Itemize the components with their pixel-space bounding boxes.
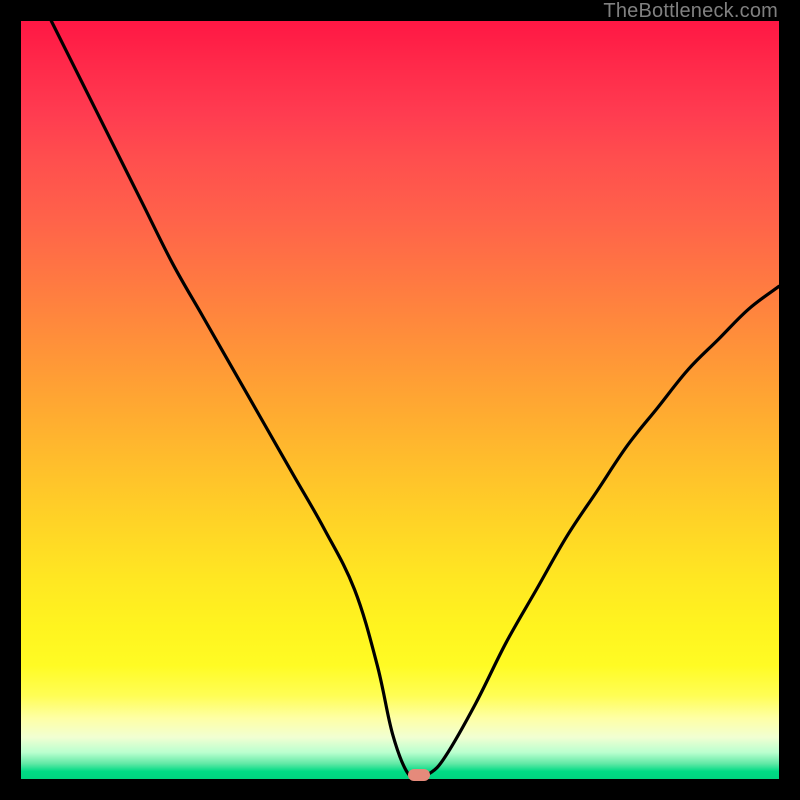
optimum-marker [408, 769, 430, 781]
plot-area [21, 21, 779, 779]
watermark-text: TheBottleneck.com [603, 0, 778, 23]
chart-frame: TheBottleneck.com [0, 0, 800, 800]
bottleneck-curve [21, 21, 779, 779]
